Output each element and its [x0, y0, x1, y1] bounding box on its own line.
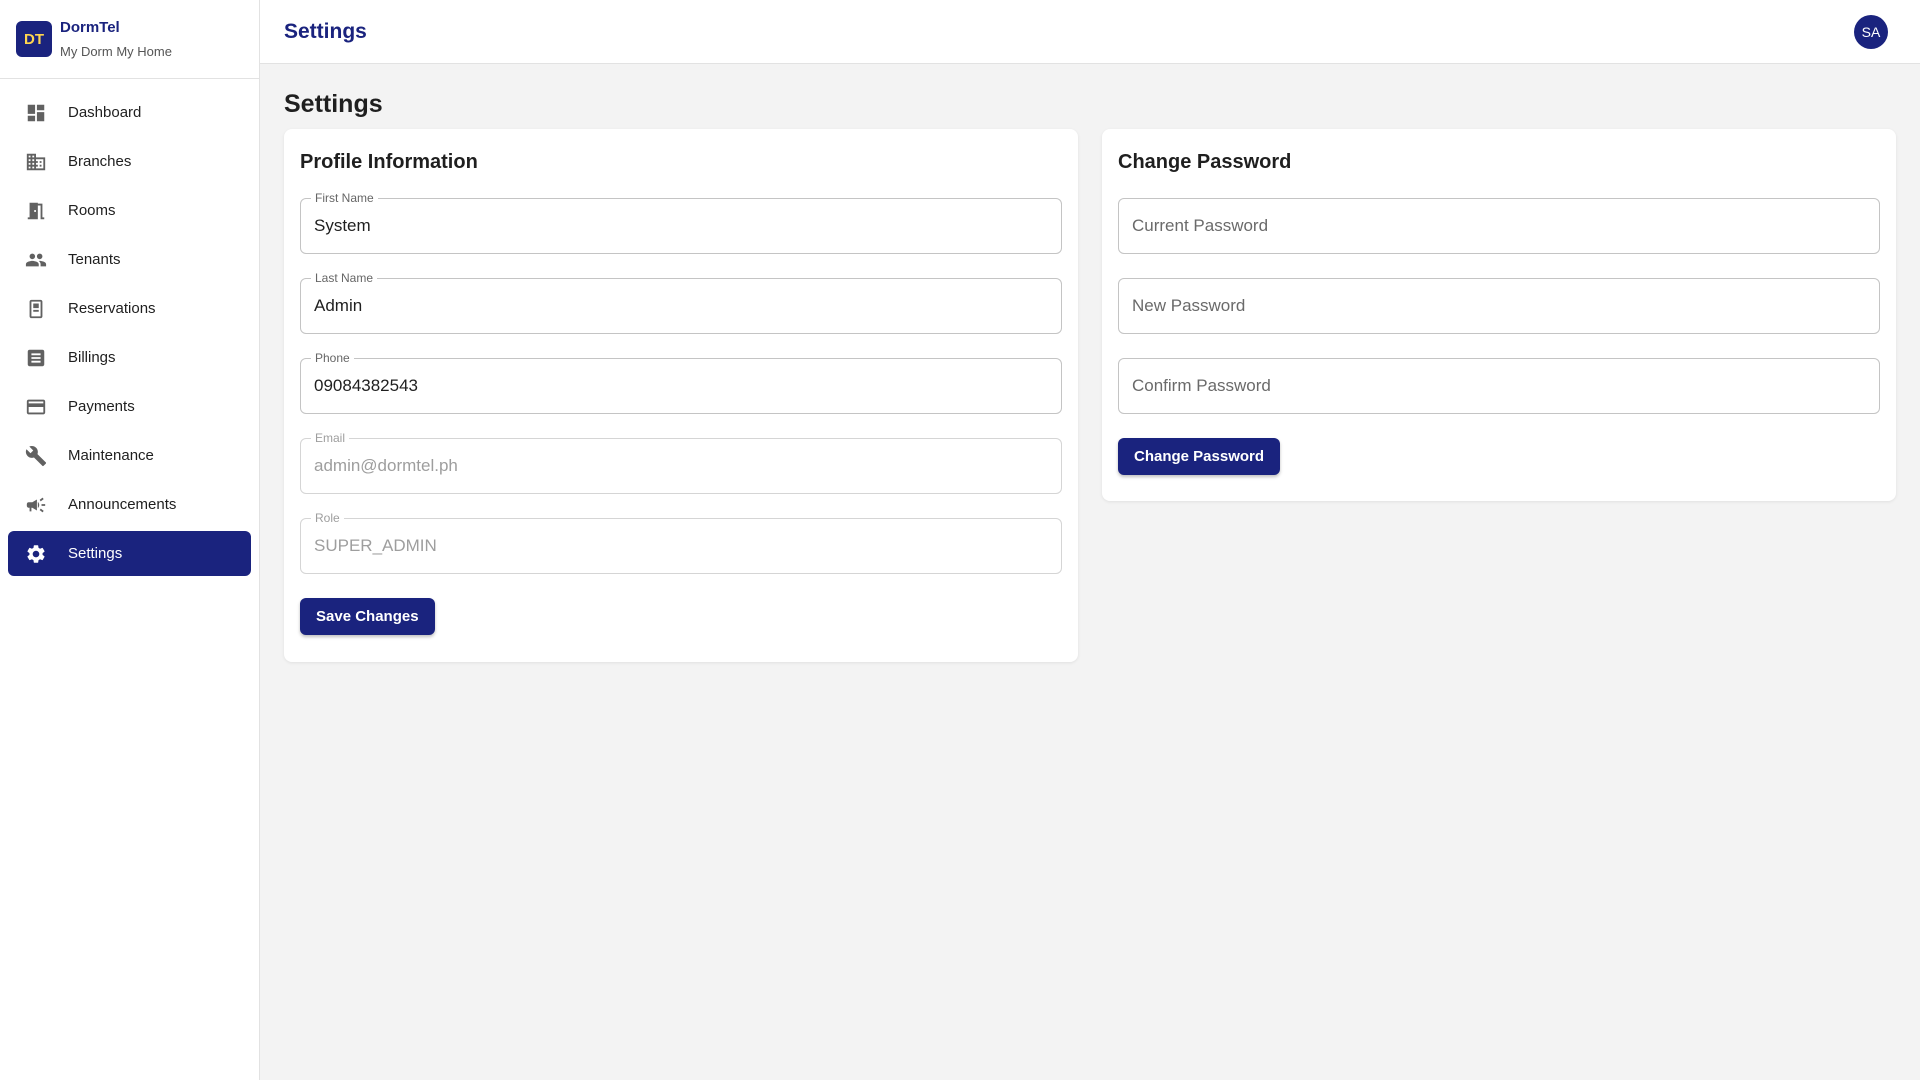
- profile-card: Profile Information First Name System La…: [284, 129, 1078, 662]
- phone-label: Phone: [311, 351, 354, 365]
- first-name-field[interactable]: First Name System: [300, 191, 1062, 254]
- header-title: Settings: [284, 19, 367, 43]
- sidebar-item-label: Settings: [68, 545, 123, 562]
- sidebar-item-maintenance[interactable]: Maintenance: [8, 433, 251, 478]
- brand-name: DormTel: [60, 19, 120, 36]
- current-password-field[interactable]: Current Password: [1118, 198, 1880, 254]
- sidebar-item-payments[interactable]: Payments: [8, 384, 251, 429]
- email-value: admin@dormtel.ph: [314, 456, 458, 475]
- first-name-label: First Name: [311, 191, 378, 205]
- current-password-placeholder: Current Password: [1132, 216, 1269, 235]
- sidebar-item-label: Branches: [68, 153, 132, 170]
- phone-value: 09084382543: [314, 376, 419, 395]
- brand-tagline: My Dorm My Home: [60, 44, 172, 59]
- profile-card-title: Profile Information: [300, 151, 478, 173]
- building-icon: [25, 151, 47, 173]
- save-changes-button[interactable]: Save Changes: [300, 598, 435, 635]
- sidebar-item-label: Payments: [68, 398, 135, 415]
- brand: DT DormTel My Dorm My Home: [0, 0, 259, 79]
- confirm-password-placeholder: Confirm Password: [1132, 376, 1271, 395]
- sidebar: DT DormTel My Dorm My Home Dashboard Bra…: [0, 0, 260, 1080]
- brand-logo: DT: [16, 21, 52, 57]
- role-value: SUPER_ADMIN: [314, 536, 437, 555]
- new-password-placeholder: New Password: [1132, 296, 1246, 315]
- role-label: Role: [311, 511, 344, 525]
- megaphone-icon: [25, 494, 47, 516]
- reservation-icon: [25, 298, 47, 320]
- sidebar-item-rooms[interactable]: Rooms: [8, 188, 251, 233]
- sidebar-item-label: Maintenance: [68, 447, 154, 464]
- dashboard-icon: [25, 102, 47, 124]
- sidebar-item-reservations[interactable]: Reservations: [8, 286, 251, 331]
- confirm-password-field[interactable]: Confirm Password: [1118, 358, 1880, 414]
- sidebar-item-label: Tenants: [68, 251, 121, 268]
- receipt-icon: [25, 347, 47, 369]
- sidebar-item-tenants[interactable]: Tenants: [8, 237, 251, 282]
- sidebar-item-label: Reservations: [68, 300, 156, 317]
- sidebar-nav: Dashboard Branches Rooms Tenants Reserva…: [0, 79, 259, 576]
- sidebar-item-dashboard[interactable]: Dashboard: [8, 90, 251, 135]
- people-icon: [25, 249, 47, 271]
- phone-field[interactable]: Phone 09084382543: [300, 351, 1062, 414]
- sidebar-item-label: Announcements: [68, 496, 177, 513]
- last-name-value: Admin: [314, 296, 363, 315]
- new-password-field[interactable]: New Password: [1118, 278, 1880, 334]
- first-name-value: System: [314, 216, 371, 235]
- role-field: Role SUPER_ADMIN: [300, 511, 1062, 574]
- credit-card-icon: [25, 396, 47, 418]
- gear-icon: [25, 543, 47, 565]
- top-bar: Settings SA: [260, 0, 1920, 64]
- door-icon: [25, 200, 47, 222]
- email-label: Email: [311, 431, 350, 445]
- sidebar-item-label: Rooms: [68, 202, 116, 219]
- avatar[interactable]: SA: [1854, 15, 1888, 49]
- sidebar-item-announcements[interactable]: Announcements: [8, 482, 251, 527]
- email-field: Email admin@dormtel.ph: [300, 431, 1062, 494]
- last-name-label: Last Name: [311, 271, 378, 285]
- change-password-card-title: Change Password: [1118, 151, 1292, 173]
- wrench-icon: [25, 445, 47, 467]
- sidebar-item-label: Dashboard: [68, 104, 142, 121]
- sidebar-item-branches[interactable]: Branches: [8, 139, 251, 184]
- last-name-field[interactable]: Last Name Admin: [300, 271, 1062, 334]
- sidebar-item-label: Billings: [68, 349, 116, 366]
- sidebar-item-settings[interactable]: Settings: [8, 531, 251, 576]
- sidebar-item-billings[interactable]: Billings: [8, 335, 251, 380]
- page-title: Settings: [284, 90, 383, 118]
- change-password-card: Change Password Current Password New Pas…: [1102, 129, 1896, 501]
- change-password-button[interactable]: Change Password: [1118, 438, 1281, 475]
